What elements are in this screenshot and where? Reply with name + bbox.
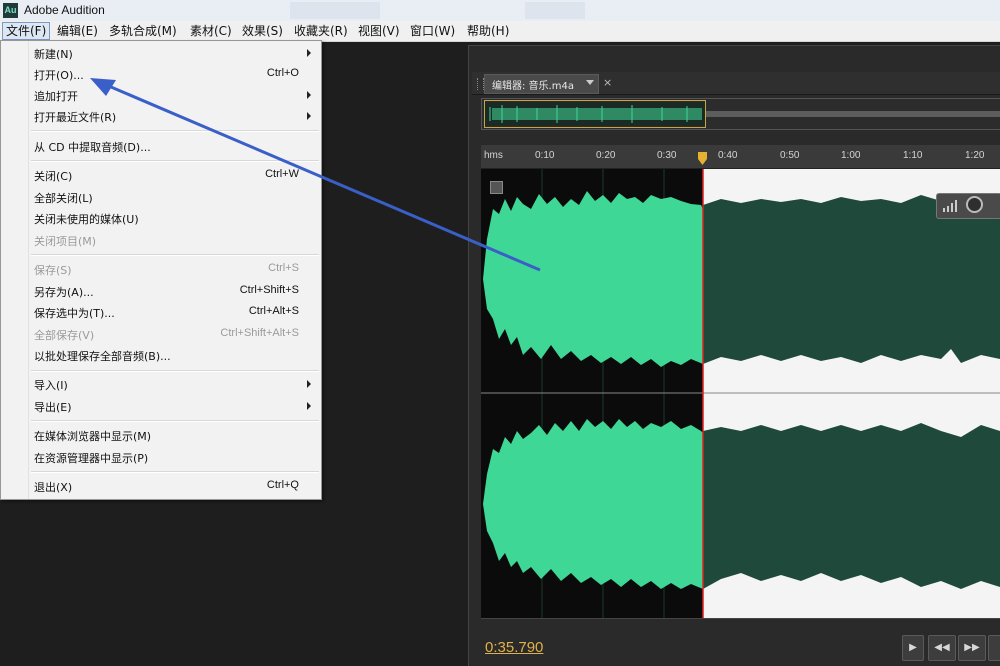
next-button[interactable] xyxy=(988,635,1000,661)
menu-effects[interactable]: 效果(S) xyxy=(239,23,286,39)
menu-item-label: 打开最近文件(R) xyxy=(34,111,117,124)
clip-fade-toggle-icon[interactable] xyxy=(490,181,503,194)
submenu-arrow-icon xyxy=(307,402,311,410)
tab-close-icon[interactable]: × xyxy=(603,76,612,89)
menu-item-export[interactable]: 导出(E) xyxy=(1,396,319,417)
menu-item-label: 在资源管理器中显示(P) xyxy=(34,452,149,465)
menu-item-label: 打开(O)... xyxy=(34,69,84,82)
ruler-label: 1:10 xyxy=(903,150,923,161)
tab-menu-chevron-icon[interactable] xyxy=(586,80,594,85)
menu-item-save-as[interactable]: 另存为(A)... Ctrl+Shift+S xyxy=(1,281,319,302)
menu-window[interactable]: 窗口(W) xyxy=(407,23,458,39)
menu-clip[interactable]: 素材(C) xyxy=(187,23,235,39)
ruler-label: 0:50 xyxy=(780,150,800,161)
window-title: Adobe Audition xyxy=(24,3,105,17)
current-time-display[interactable]: 0:35.790 xyxy=(485,639,543,656)
fast-forward-button[interactable]: ▶▶ xyxy=(958,635,986,661)
menu-item-label: 关闭项目(M) xyxy=(34,235,97,248)
menu-item-close-project[interactable]: 关闭项目(M) xyxy=(1,230,319,251)
menu-item-label: 追加打开 xyxy=(34,90,78,103)
menu-separator xyxy=(31,471,319,473)
menu-separator xyxy=(31,420,319,422)
menu-item-extract-cd[interactable]: 从 CD 中提取音频(D)... xyxy=(1,136,319,157)
waveform-graphic xyxy=(481,169,1000,618)
menu-item-open-recent[interactable]: 打开最近文件(R) xyxy=(1,106,319,127)
playhead-handle-icon[interactable] xyxy=(698,152,707,166)
menu-multitrack[interactable]: 多轨合成(M) xyxy=(106,23,180,39)
menu-item-close-all[interactable]: 全部关闭(L) xyxy=(1,187,319,208)
menu-item-label: 全部保存(V) xyxy=(34,329,95,342)
menu-item-shortcut: Ctrl+Shift+Alt+S xyxy=(220,327,299,339)
menu-item-close[interactable]: 关闭(C) Ctrl+W xyxy=(1,165,319,186)
menu-item-label: 以批处理保存全部音频(B)... xyxy=(34,350,171,363)
menu-item-shortcut: Ctrl+O xyxy=(266,67,299,79)
background-window-tab xyxy=(290,2,380,19)
menu-item-new[interactable]: 新建(N) xyxy=(1,43,319,64)
ruler-label: 1:00 xyxy=(841,150,861,161)
menu-view[interactable]: 视图(V) xyxy=(355,23,403,39)
ruler-label: hms xyxy=(484,150,503,161)
rewind-button[interactable]: ◀◀ xyxy=(928,635,956,661)
menu-separator xyxy=(31,254,319,256)
menu-item-open[interactable]: 打开(O)... Ctrl+O xyxy=(1,64,319,85)
menu-item-shortcut: Ctrl+Shift+S xyxy=(239,284,299,296)
panel-grip-icon[interactable] xyxy=(477,78,484,90)
menu-item-save-selection-as[interactable]: 保存选中为(T)... Ctrl+Alt+S xyxy=(1,302,319,323)
ruler-label: 0:30 xyxy=(657,150,677,161)
menu-item-batch-save[interactable]: 以批处理保存全部音频(B)... xyxy=(1,345,319,366)
file-menu-dropdown: 新建(N) 打开(O)... Ctrl+O 追加打开 打开最近文件(R) 从 C… xyxy=(0,40,322,500)
menu-item-shortcut: Ctrl+W xyxy=(265,168,299,180)
menu-item-label: 导入(I) xyxy=(34,379,68,392)
ruler-label: 0:20 xyxy=(596,150,616,161)
menu-item-label: 全部关闭(L) xyxy=(34,192,93,205)
menu-item-label: 退出(X) xyxy=(34,481,73,494)
menu-item-label: 从 CD 中提取音频(D)... xyxy=(34,141,151,154)
menu-item-close-unused-media[interactable]: 关闭未使用的媒体(U) xyxy=(1,208,319,229)
volume-knob-icon[interactable] xyxy=(966,196,983,213)
menu-separator xyxy=(31,370,319,372)
menu-item-label: 新建(N) xyxy=(34,48,73,61)
menu-item-save[interactable]: 保存(S) Ctrl+S xyxy=(1,259,319,280)
submenu-arrow-icon xyxy=(307,380,311,388)
menu-item-shortcut: Ctrl+Alt+S xyxy=(248,305,299,317)
menu-edit[interactable]: 编辑(E) xyxy=(54,23,101,39)
menu-item-reveal-media-browser[interactable]: 在媒体浏览器中显示(M) xyxy=(1,425,319,446)
title-bar: Au Adobe Audition xyxy=(0,0,1000,22)
menu-item-label: 关闭(C) xyxy=(34,170,73,183)
submenu-arrow-icon xyxy=(307,91,311,99)
ruler-label: 1:20 xyxy=(965,150,985,161)
menu-item-reveal-explorer[interactable]: 在资源管理器中显示(P) xyxy=(1,447,319,468)
audition-app-icon: Au xyxy=(3,3,18,18)
overview-viewport-selection[interactable] xyxy=(484,100,706,128)
menu-item-exit[interactable]: 退出(X) Ctrl+Q xyxy=(1,476,319,497)
menu-item-label: 保存(S) xyxy=(34,264,72,277)
menu-item-shortcut: Ctrl+S xyxy=(268,262,299,274)
menu-separator xyxy=(31,160,319,162)
ruler-label: 0:40 xyxy=(718,150,738,161)
menu-file[interactable]: 文件(F) xyxy=(2,22,51,40)
volume-bars-icon xyxy=(943,200,957,212)
menu-item-label: 关闭未使用的媒体(U) xyxy=(34,213,139,226)
editor-tab-label: 编辑器: 音乐.m4a xyxy=(492,81,574,92)
menu-item-append-open[interactable]: 追加打开 xyxy=(1,85,319,106)
menu-item-import[interactable]: 导入(I) xyxy=(1,374,319,395)
menu-favorites[interactable]: 收藏夹(R) xyxy=(291,23,351,39)
ruler-label: 0:10 xyxy=(535,150,555,161)
menu-item-label: 导出(E) xyxy=(34,401,72,414)
play-button[interactable]: ▶ xyxy=(902,635,924,661)
menu-separator xyxy=(31,130,319,132)
menu-item-save-all[interactable]: 全部保存(V) Ctrl+Shift+Alt+S xyxy=(1,324,319,345)
menu-help[interactable]: 帮助(H) xyxy=(464,23,512,39)
menu-item-label: 在媒体浏览器中显示(M) xyxy=(34,430,152,443)
submenu-arrow-icon xyxy=(307,49,311,57)
menu-item-shortcut: Ctrl+Q xyxy=(266,479,299,491)
menu-bar: 文件(F) 编辑(E) 多轨合成(M) 素材(C) 效果(S) 收藏夹(R) 视… xyxy=(0,21,1000,42)
menu-item-label: 另存为(A)... xyxy=(34,286,94,299)
background-window-tab xyxy=(525,2,585,19)
menu-item-label: 保存选中为(T)... xyxy=(34,307,115,320)
submenu-arrow-icon xyxy=(307,112,311,120)
